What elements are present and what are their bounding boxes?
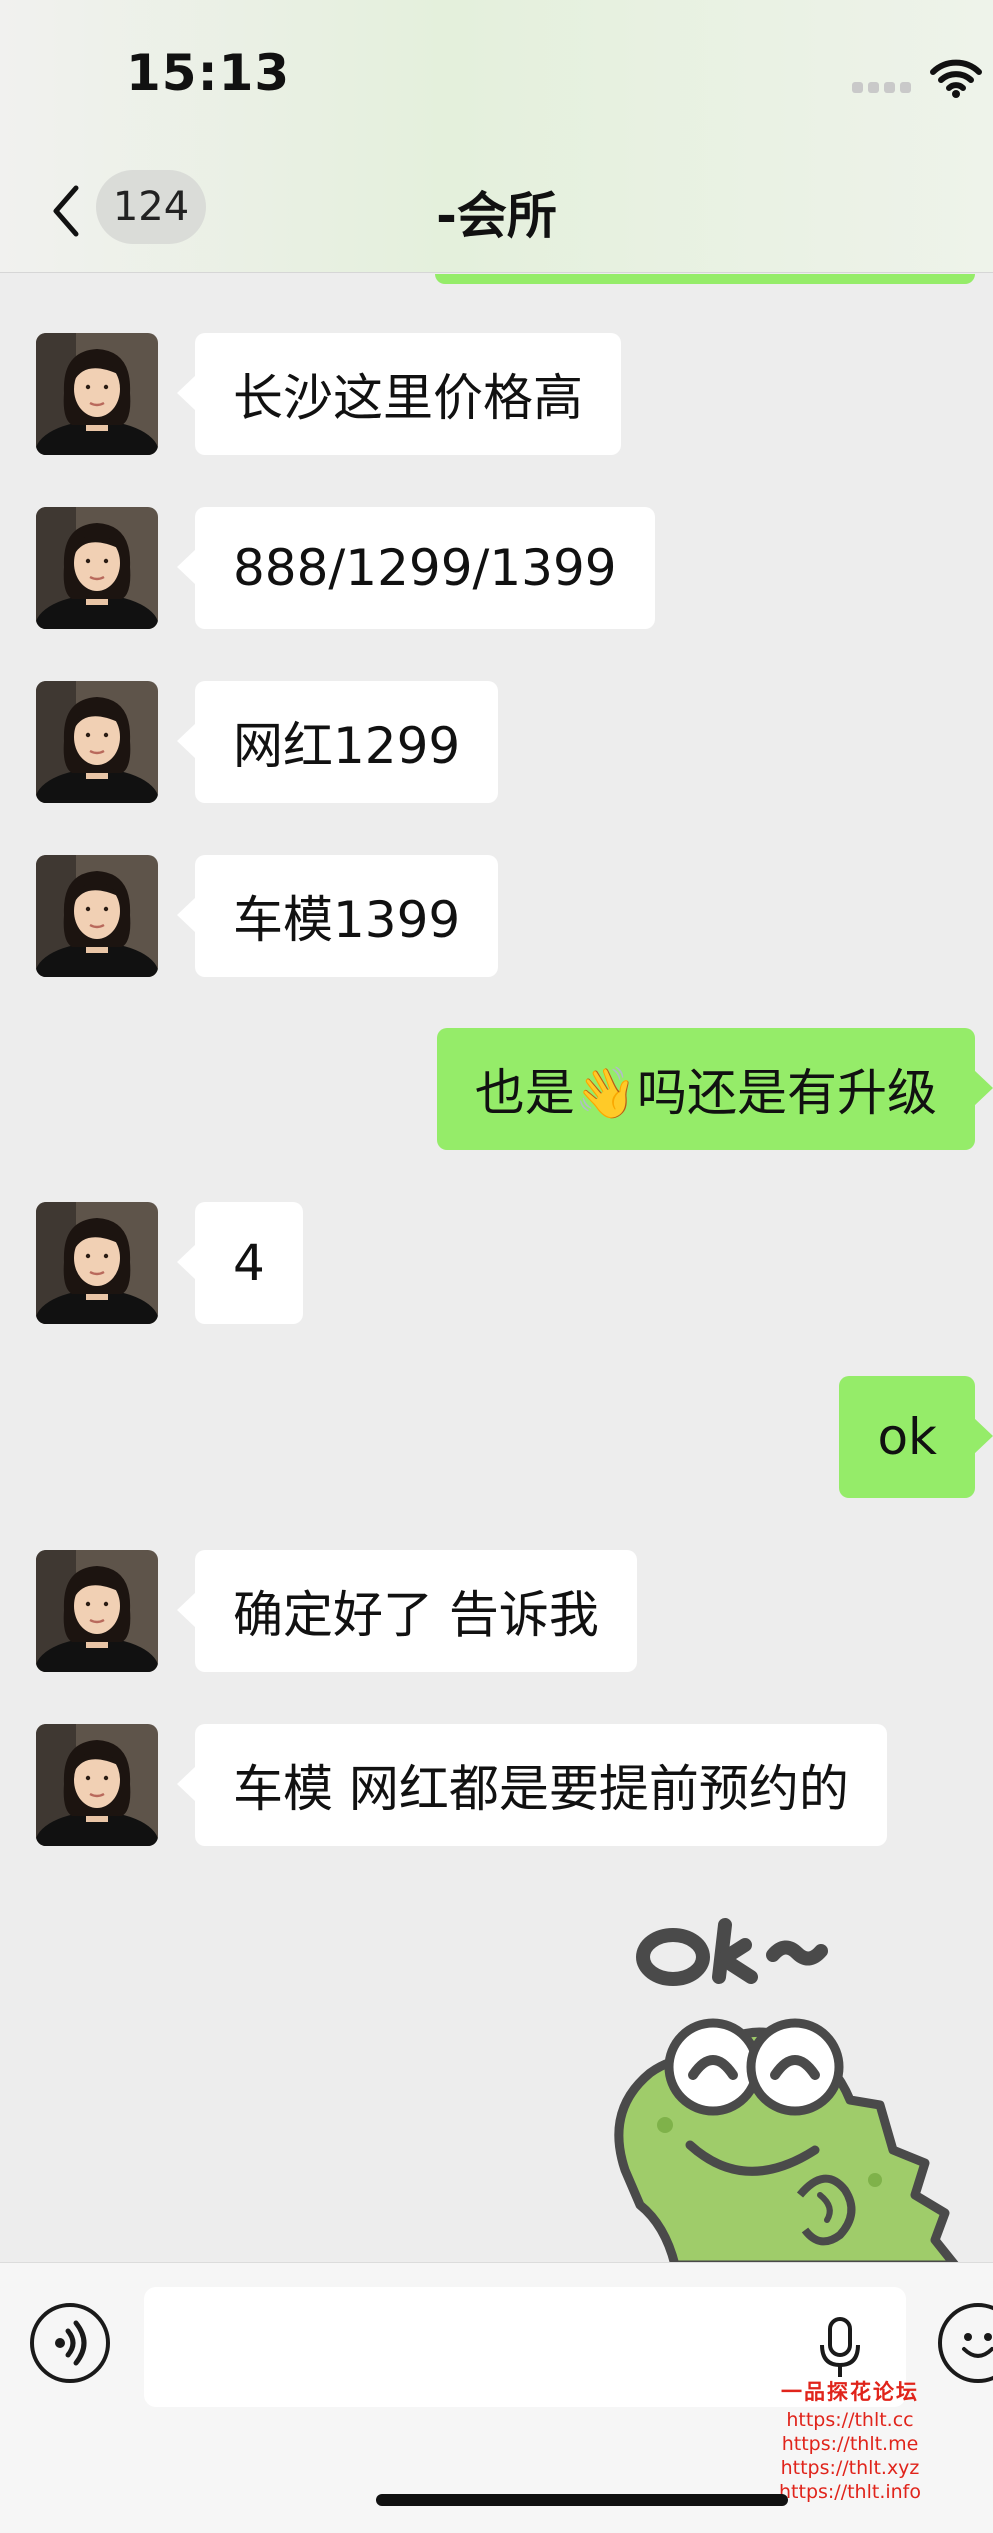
incoming-message: 888/1299/1399 xyxy=(0,507,993,629)
avatar[interactable] xyxy=(36,681,158,803)
avatar[interactable] xyxy=(36,1202,158,1324)
message-bubble[interactable]: 网红1299 xyxy=(176,681,499,803)
outgoing-message: ok xyxy=(0,1376,993,1498)
message-bubble[interactable]: 4 xyxy=(177,1202,303,1324)
message-bubble[interactable]: 长沙这里价格高 xyxy=(177,333,621,455)
chat-title[interactable]: -会所 xyxy=(0,176,993,248)
watermark-url: https://thlt.info xyxy=(779,2481,921,2503)
wifi-icon xyxy=(930,59,982,98)
incoming-message: 车模1399 xyxy=(0,855,993,977)
avatar[interactable] xyxy=(36,1724,158,1846)
avatar-image xyxy=(36,1724,158,1846)
chat-header: 124 -会所 xyxy=(0,150,993,273)
avatar-image xyxy=(36,855,158,977)
voice-wave-icon xyxy=(55,2320,87,2366)
incoming-message: 4 xyxy=(0,1202,993,1324)
avatar[interactable] xyxy=(36,855,158,977)
status-time: 15:13 xyxy=(126,44,291,102)
watermark-url: https://thlt.cc xyxy=(786,2409,914,2431)
incoming-message: 长沙这里价格高 xyxy=(0,333,993,455)
previous-message-bubble-edge xyxy=(435,274,975,284)
ok-frog-sticker[interactable] xyxy=(595,1895,993,2265)
smiley-icon xyxy=(962,2333,993,2358)
avatar-image xyxy=(36,1202,158,1324)
message-bubble[interactable]: 确定好了 告诉我 xyxy=(177,1550,637,1672)
status-bar: 15:13 xyxy=(0,0,993,150)
avatar-image xyxy=(36,333,158,455)
outgoing-message: 也是👋吗还是有升级 xyxy=(0,1028,993,1150)
avatar-image xyxy=(36,1550,158,1672)
watermark-title: 一品探花论坛 xyxy=(781,2380,919,2404)
incoming-message: 车模 网红都是要提前预约的 xyxy=(0,1724,993,1846)
home-indicator xyxy=(376,2494,788,2506)
avatar[interactable] xyxy=(36,333,158,455)
watermark-url: https://thlt.xyz xyxy=(780,2457,920,2479)
cellular-signal-icon xyxy=(852,82,912,96)
incoming-message: 网红1299 xyxy=(0,681,993,803)
message-bubble[interactable]: ok xyxy=(839,1376,993,1498)
emoji-button[interactable] xyxy=(938,2303,993,2383)
avatar-image xyxy=(36,507,158,629)
forum-watermark: 一品探花论坛 https://thlt.cc https://thlt.me h… xyxy=(770,2380,930,2504)
message-bubble[interactable]: 也是👋吗还是有升级 xyxy=(436,1028,993,1150)
message-bubble[interactable]: 888/1299/1399 xyxy=(177,507,655,629)
message-bubble[interactable]: 车模 网红都是要提前预约的 xyxy=(177,1724,887,1846)
message-bubble[interactable]: 车模1399 xyxy=(176,855,499,977)
incoming-message: 确定好了 告诉我 xyxy=(0,1550,993,1672)
microphone-icon[interactable] xyxy=(818,2317,862,2381)
avatar[interactable] xyxy=(36,1550,158,1672)
avatar[interactable] xyxy=(36,507,158,629)
voice-input-button[interactable] xyxy=(30,2303,110,2383)
avatar-image xyxy=(36,681,158,803)
watermark-url: https://thlt.me xyxy=(781,2433,919,2455)
